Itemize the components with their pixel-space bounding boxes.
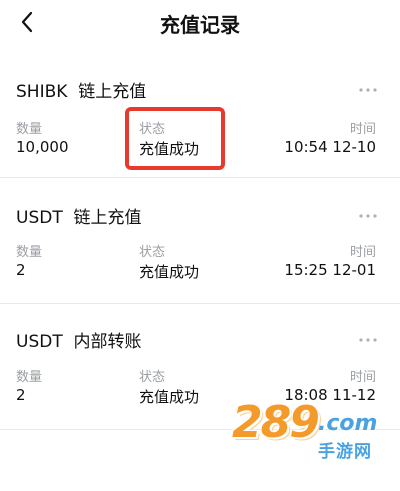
- quantity-label: 数量: [16, 122, 43, 137]
- quantity-label: 数量: [16, 370, 43, 385]
- record-title: USDT 链上充值: [16, 208, 142, 228]
- status-value: 充值成功: [139, 388, 200, 406]
- watermark-cn: 手游网: [318, 442, 372, 462]
- time-value: 15:25 12-01: [284, 261, 376, 279]
- time-value: 10:54 12-10: [284, 138, 376, 156]
- status-label: 状态: [139, 370, 166, 385]
- highlight-box: [125, 107, 225, 170]
- more-dots-icon: [359, 88, 377, 92]
- page-title: 充值记录: [160, 13, 240, 37]
- status-label: 状态: [139, 245, 166, 260]
- more-button[interactable]: [358, 87, 378, 93]
- time-label: 时间: [349, 245, 376, 260]
- record-title: USDT 内部转账: [16, 332, 142, 352]
- watermark-logo: 289 .com 手游网: [232, 397, 382, 467]
- time-label: 时间: [349, 122, 376, 137]
- header: 充值记录: [0, 0, 400, 46]
- status-value: 充值成功: [139, 263, 200, 281]
- more-dots-icon: [359, 338, 377, 342]
- more-button[interactable]: [358, 337, 378, 343]
- quantity-value: 10,000: [16, 138, 69, 156]
- watermark-domain: .com: [318, 411, 378, 436]
- time-label: 时间: [349, 370, 376, 385]
- quantity-value: 2: [16, 261, 26, 279]
- watermark-number: 289: [232, 397, 320, 448]
- record-item: USDT 链上充值 数量 状态 时间 2 充值成功 15:25 12-01: [0, 178, 400, 304]
- quantity-label: 数量: [16, 245, 43, 260]
- more-button[interactable]: [358, 213, 378, 219]
- more-dots-icon: [359, 214, 377, 218]
- record-title: SHIBK 链上充值: [16, 82, 147, 102]
- quantity-value: 2: [16, 386, 26, 404]
